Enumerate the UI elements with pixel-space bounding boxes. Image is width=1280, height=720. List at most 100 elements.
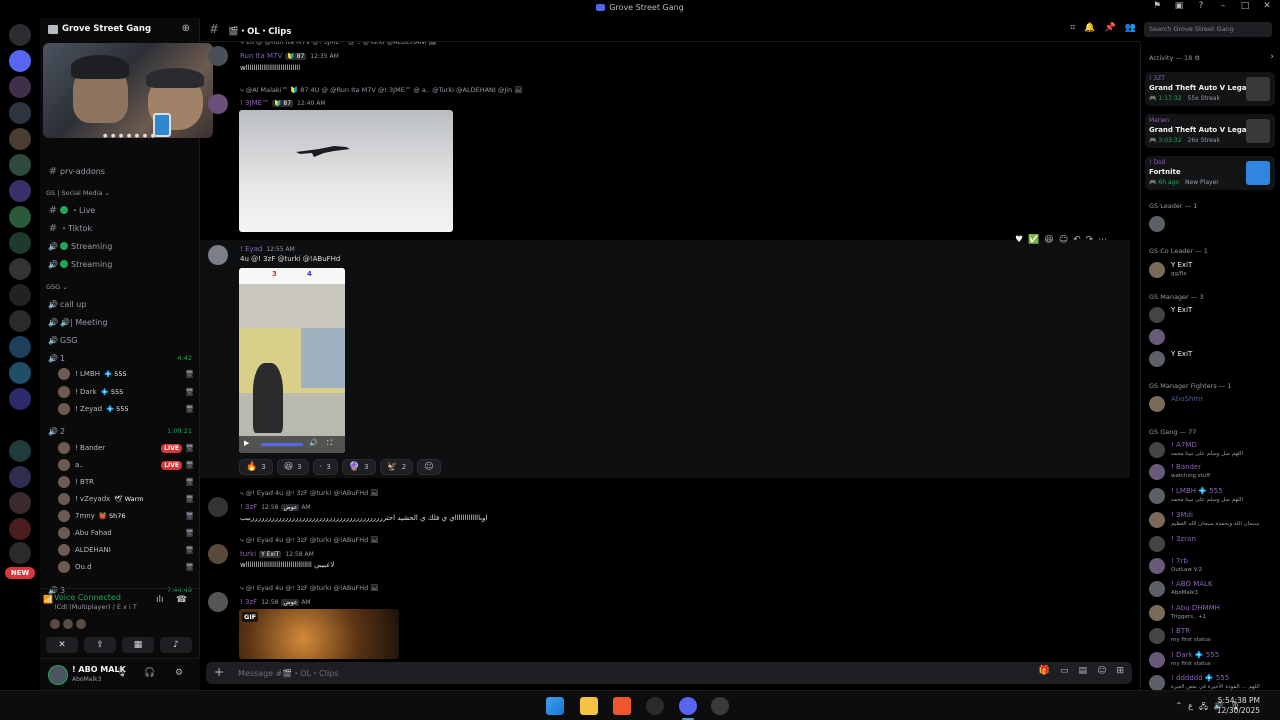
server-icon[interactable]	[9, 542, 31, 564]
home-icon[interactable]	[9, 24, 31, 46]
add-member-icon[interactable]: ⊕	[182, 23, 190, 34]
reaction-button[interactable]: 🦅 2	[379, 459, 414, 475]
activity-card[interactable]: ! 3ZT Grand Theft Auto V Legacy 🎮 1:17:32 5…	[1145, 72, 1275, 106]
reaction-button[interactable]: 🔮 3	[341, 459, 376, 475]
reply-icon[interactable]: ↶	[1073, 235, 1081, 249]
server-icon[interactable]	[9, 76, 31, 98]
search-input[interactable]: Search Grove Street Gang	[1144, 22, 1272, 37]
settings-icon[interactable]: ⚙	[175, 668, 183, 678]
headphones-icon[interactable]: 🎧	[144, 668, 155, 678]
avatar[interactable]	[208, 46, 228, 66]
author-name[interactable]: ! 3zF	[240, 598, 257, 606]
channel-voice[interactable]: 🔊 1 4:42	[46, 350, 196, 366]
forward-icon[interactable]: ↷	[1086, 235, 1094, 249]
avatar[interactable]	[208, 544, 228, 564]
voice-user[interactable]: ! vZeyadx 🕊 Warm 🖥	[58, 491, 196, 507]
check-reaction-icon[interactable]: ✅	[1028, 235, 1039, 249]
close-button[interactable]: ✕	[1260, 1, 1274, 11]
channel-category[interactable]: GSG ⌄	[46, 283, 68, 291]
heart-reaction-icon[interactable]: ♥	[1015, 235, 1023, 249]
laugh-reaction-icon[interactable]: 😆	[1044, 235, 1053, 249]
server-icon[interactable]	[9, 206, 31, 228]
author-name[interactable]: Run Ita M7V	[240, 52, 282, 60]
member-item[interactable]: ! Abu DHMMH Triggers.. +1	[1147, 603, 1275, 623]
channel-voice[interactable]: 🔊 GSG	[46, 332, 196, 348]
discord-taskbar-icon[interactable]	[679, 697, 697, 715]
chevron-right-icon[interactable]: ›	[1270, 52, 1274, 62]
play-icon[interactable]: ▶	[244, 439, 249, 447]
pinned-icon[interactable]: 📌	[1105, 23, 1116, 33]
author-name[interactable]: ! 3zF	[240, 503, 257, 511]
reaction-button[interactable]: 🔥 3	[239, 459, 273, 475]
reply-preview[interactable]: ⤷ 16 @ @Run Ita M7V @! 3JME™ @ .. @Turki…	[240, 42, 437, 47]
member-item[interactable]: Y ExiT gg/flx	[1147, 260, 1275, 280]
mic-icon[interactable]: 🎙	[116, 668, 127, 678]
member-item[interactable]: ! Dark 💠 555 my first status	[1147, 650, 1275, 670]
channel-voice[interactable]: 🔊 2 1:09:21	[46, 423, 196, 439]
voice-user[interactable]: ! Bander LIVE 🖥	[58, 440, 196, 456]
video-progress[interactable]	[261, 443, 303, 446]
screen-share-button[interactable]: ⇪	[84, 637, 116, 653]
guild-header[interactable]: Grove Street Gang ⊕	[40, 18, 200, 42]
notifications-icon[interactable]: 🔔	[1084, 23, 1095, 33]
gift-icon[interactable]: 🎁	[1039, 666, 1050, 676]
reaction-button[interactable]: 😆 3	[276, 459, 309, 475]
noise-suppression-icon[interactable]: ılı	[156, 595, 164, 605]
steam-icon[interactable]	[646, 697, 664, 715]
inbox-flag-icon[interactable]: ⚑	[1150, 1, 1164, 11]
server-icon[interactable]	[9, 518, 31, 540]
tray-chevron-icon[interactable]: ⌃	[1175, 701, 1182, 715]
server-icon[interactable]	[9, 466, 31, 488]
wifi-icon[interactable]: 🖧	[1199, 701, 1208, 715]
soundboard-button[interactable]: ♪	[160, 637, 192, 653]
language-indicator[interactable]: ع	[1188, 701, 1193, 715]
member-item[interactable]	[1147, 327, 1275, 347]
apps-icon[interactable]: ⊞	[1116, 666, 1124, 676]
more-icon[interactable]: ⋯	[1098, 235, 1107, 249]
voice-user[interactable]: ! Zeyad 💠 555 🖥	[58, 401, 196, 417]
server-icon[interactable]	[9, 362, 31, 384]
new-badge[interactable]: NEW	[5, 567, 35, 579]
server-icon[interactable]	[9, 50, 31, 72]
member-item[interactable]: ! 3zran	[1147, 534, 1275, 554]
video-attachment[interactable]: 3 4 ▶ 🔊 ⛶	[239, 268, 345, 453]
voice-user[interactable]: ALDEHANI 🖥	[58, 542, 196, 558]
camera-off-button[interactable]: ✕	[46, 637, 78, 653]
obs-icon[interactable]	[711, 697, 729, 715]
disconnect-icon[interactable]: ☎	[176, 595, 187, 605]
voice-user[interactable]: ! Dark 💠 555 🖥	[58, 384, 196, 400]
channel-category[interactable]: GS | Social Media ⌄	[46, 189, 110, 197]
server-icon[interactable]	[9, 388, 31, 410]
channel-voice[interactable]: 🔊 Streaming	[46, 256, 196, 272]
server-icon[interactable]	[9, 310, 31, 332]
voice-user[interactable]: ! BTR 🖥	[58, 474, 196, 490]
message-input[interactable]: Message #🎬・OL・Clips	[238, 668, 338, 679]
gif-icon[interactable]: ▭	[1060, 666, 1069, 676]
server-icon[interactable]	[9, 284, 31, 306]
maximize-button[interactable]: □	[1238, 1, 1252, 11]
server-icon[interactable]	[9, 232, 31, 254]
volume-icon[interactable]: 🔊	[309, 439, 318, 447]
voice-user[interactable]: 7mny 👹 Sh76 🖥	[58, 508, 196, 524]
brave-browser-icon[interactable]	[613, 697, 631, 715]
channel-text[interactable]: # ・Tiktok	[46, 220, 196, 236]
member-item[interactable]: ! Bander watching stuff	[1147, 462, 1275, 482]
channel-text[interactable]: # prv-addons	[46, 163, 196, 179]
author-name[interactable]: turki	[240, 550, 256, 558]
reply-preview[interactable]: ⤷ @! Eyad 4u @! 3zF @turki @!ABuFHd 🖼	[240, 536, 379, 545]
channel-text[interactable]: # ・Live	[46, 202, 196, 218]
server-icon[interactable]	[9, 336, 31, 358]
screen-share-icon[interactable]: ▣	[1172, 1, 1186, 11]
server-icon[interactable]	[9, 180, 31, 202]
help-icon[interactable]: ?	[1194, 1, 1208, 11]
avatar[interactable]	[208, 94, 228, 114]
activity-card[interactable]: Marwn Grand Theft Auto V Legacy 🎮 3:03:32 2…	[1145, 114, 1275, 148]
activities-button[interactable]: ▦	[122, 637, 154, 653]
voice-channel-name[interactable]: !Cdl (Multiplayer) / E x i T	[54, 603, 137, 611]
member-item[interactable]: ! 3Mdi سبحان الله وبحمده سبحان الله العظي…	[1147, 510, 1275, 530]
server-icon[interactable]	[9, 102, 31, 124]
threads-icon[interactable]: ⌗	[1070, 23, 1075, 33]
member-item[interactable]: ! 7rb OutLaw V.2	[1147, 556, 1275, 576]
member-item[interactable]: ! BTR my first status	[1147, 626, 1275, 646]
member-item[interactable]: Y ExiT	[1147, 349, 1275, 369]
